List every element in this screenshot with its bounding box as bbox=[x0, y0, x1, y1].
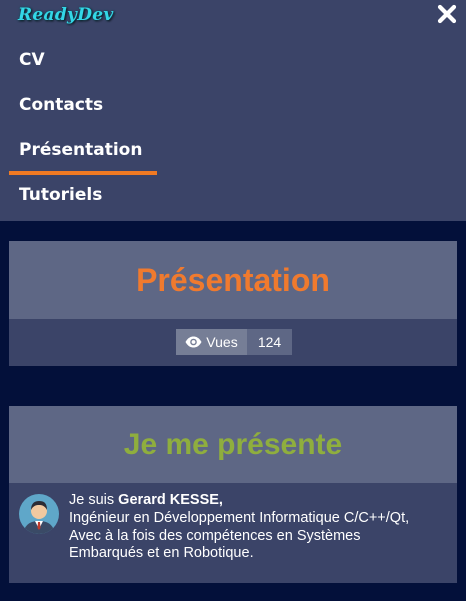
views-label-box: Vues bbox=[176, 329, 247, 355]
intro-line-2: Ingénieur en Développement Informatique … bbox=[69, 509, 410, 526]
presentation-card: Présentation Vues 124 bbox=[9, 241, 457, 366]
eye-icon bbox=[185, 336, 202, 348]
logo[interactable]: ReadyDev bbox=[18, 5, 114, 25]
views-counter: Vues 124 bbox=[176, 329, 292, 355]
intro-name: Gerard KESSE, bbox=[118, 492, 223, 508]
presentation-card-header: Présentation bbox=[9, 241, 457, 319]
views-count: 124 bbox=[247, 329, 292, 355]
intro-card: Je me présente Je suis Gerard KESSE, Ing… bbox=[9, 406, 457, 583]
nav-item-tutoriels[interactable]: Tutoriels bbox=[19, 185, 102, 205]
close-icon[interactable] bbox=[436, 3, 458, 25]
nav-menu-panel: ReadyDev CV Contacts Présentation Tutori… bbox=[0, 0, 466, 221]
page-title: Présentation bbox=[136, 261, 330, 298]
avatar bbox=[19, 494, 59, 534]
intro-line-3: Avec à la fois des compétences en Systèm… bbox=[69, 527, 361, 544]
intro-greeting: Je suis bbox=[69, 492, 119, 508]
nav-item-contacts[interactable]: Contacts bbox=[19, 95, 103, 115]
views-label: Vues bbox=[206, 334, 238, 350]
active-nav-indicator bbox=[9, 171, 157, 175]
intro-card-header: Je me présente bbox=[9, 406, 457, 483]
nav-item-presentation[interactable]: Présentation bbox=[19, 140, 142, 160]
section-title: Je me présente bbox=[123, 427, 343, 461]
nav-item-cv[interactable]: CV bbox=[19, 50, 45, 70]
intro-line-4: Embarqués et en Robotique. bbox=[69, 545, 254, 562]
intro-body: Je suis Gerard KESSE, Ingénieur en Dével… bbox=[9, 483, 457, 583]
intro-text: Je suis Gerard KESSE, Ingénieur en Dével… bbox=[69, 492, 454, 563]
